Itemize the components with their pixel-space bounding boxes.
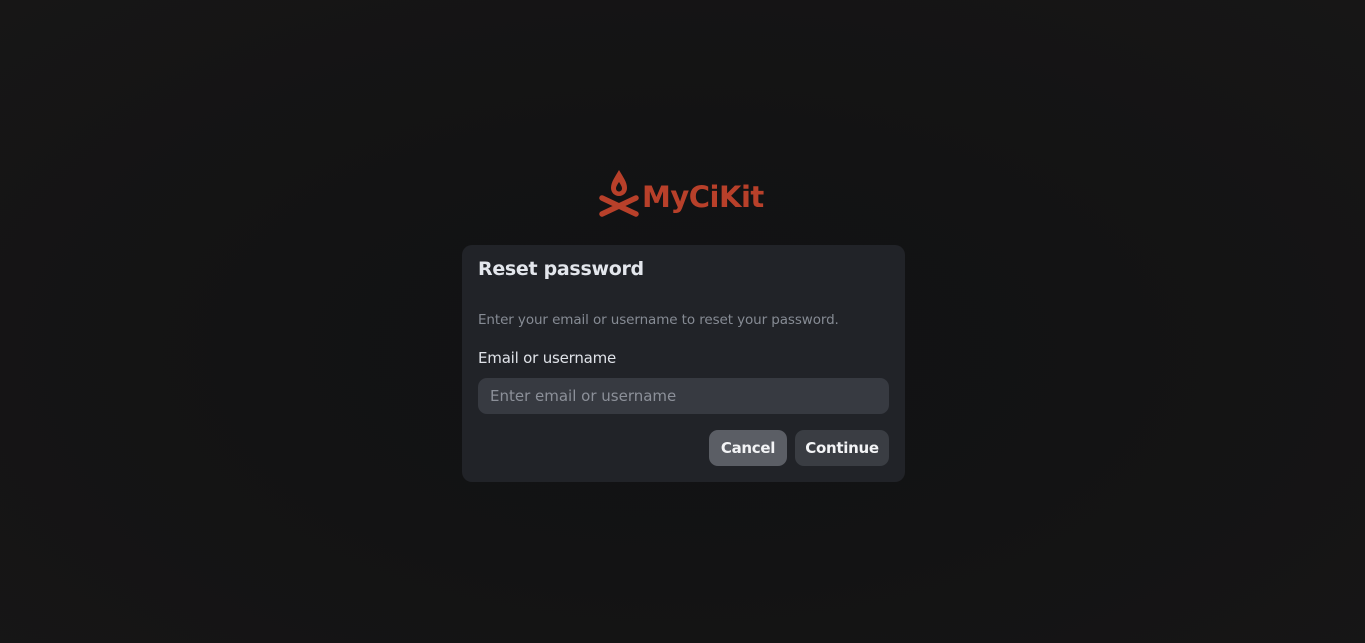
dialog-description: Enter your email or username to reset yo…	[478, 312, 839, 328]
brand-name: MyCiKit	[642, 179, 764, 214]
reset-password-dialog: Reset password Enter your email or usern…	[462, 245, 905, 482]
email-username-input[interactable]	[478, 378, 889, 414]
campfire-icon	[599, 170, 639, 217]
email-username-label: Email or username	[478, 349, 617, 367]
continue-button[interactable]: Continue	[795, 430, 889, 466]
cancel-button[interactable]: Cancel	[709, 430, 787, 466]
brand-logo: MyCiKit	[598, 168, 764, 222]
dialog-title: Reset password	[478, 258, 644, 280]
